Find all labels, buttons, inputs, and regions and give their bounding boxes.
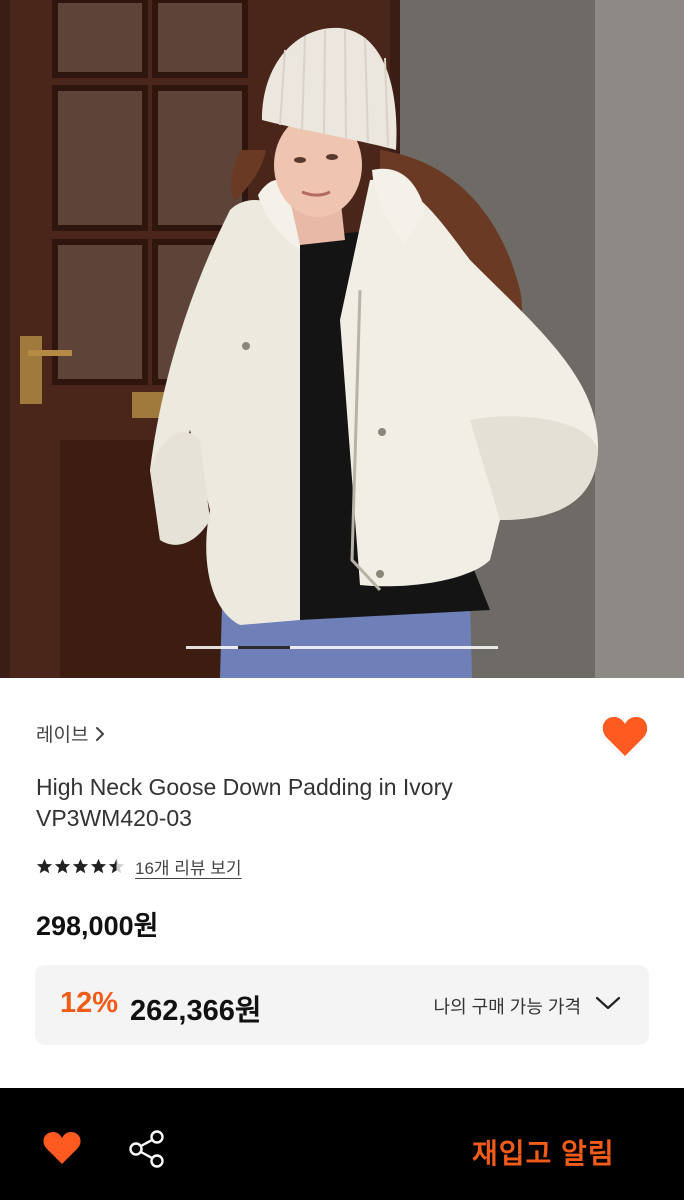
- heart-icon[interactable]: [601, 714, 649, 758]
- product-image-carousel[interactable]: [0, 0, 684, 678]
- star-icon: [72, 858, 89, 874]
- product-title-line1: High Neck Goose Down Padding in Ivory: [36, 774, 453, 800]
- star-icon: [54, 858, 71, 874]
- star-icon: [90, 858, 107, 874]
- rating-row: 16개 리뷰 보기: [36, 854, 242, 879]
- product-title: High Neck Goose Down Padding in Ivory VP…: [36, 772, 636, 834]
- review-link[interactable]: 16개 리뷰 보기: [135, 854, 242, 879]
- share-icon[interactable]: [128, 1129, 166, 1169]
- product-photo: [0, 0, 684, 678]
- star-icon: [36, 858, 53, 874]
- product-info: 레이브 High Neck Goose Down Padding in Ivor…: [0, 678, 684, 1088]
- brand-link[interactable]: 레이브: [36, 720, 106, 747]
- purchasable-price-box[interactable]: 12% 262,366원 나의 구매 가능 가격: [35, 965, 649, 1045]
- carousel-indicator-active: [238, 646, 290, 649]
- discount-price: 262,366원: [130, 995, 262, 1027]
- product-code: VP3WM420-03: [36, 805, 192, 831]
- brand-name: 레이브: [36, 725, 89, 746]
- chevron-down-icon: [595, 996, 621, 1010]
- chevron-right-icon: [96, 726, 105, 741]
- original-price: 298,000원: [36, 911, 159, 941]
- restock-alert-button[interactable]: 재입고 알림: [472, 1132, 615, 1172]
- bottom-action-bar: 재입고 알림: [0, 1088, 684, 1200]
- heart-icon[interactable]: [42, 1130, 82, 1166]
- carousel-indicator: [186, 646, 498, 649]
- rating-stars: [36, 858, 125, 875]
- purchasable-price-label: 나의 구매 가능 가격: [433, 997, 581, 1017]
- star-half-icon: [108, 858, 125, 874]
- discount-percent: 12%: [60, 987, 119, 1019]
